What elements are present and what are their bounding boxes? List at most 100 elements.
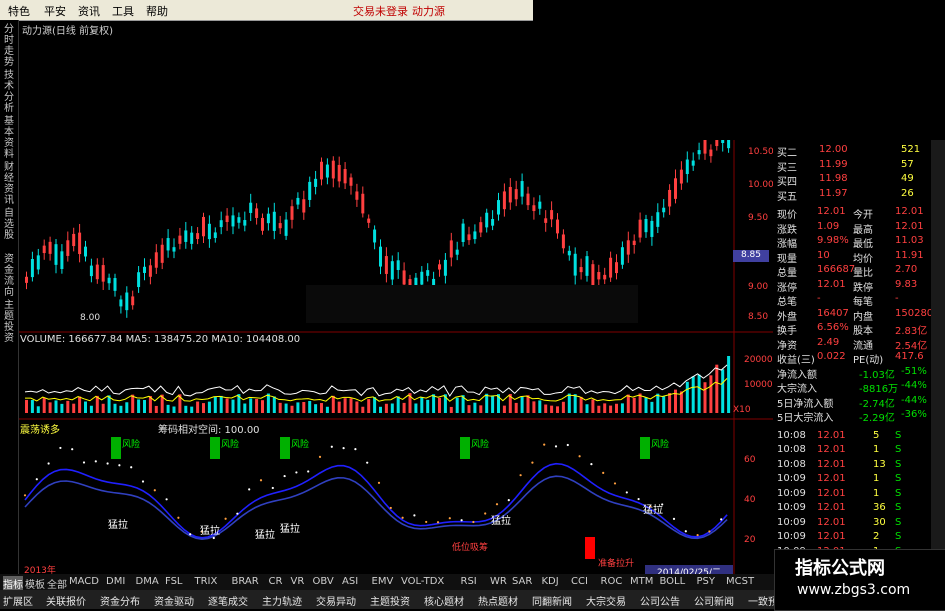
indicator-dot bbox=[484, 512, 487, 515]
right-toolbar[interactable] bbox=[931, 140, 945, 574]
extension-tab[interactable]: 主题投资 bbox=[370, 593, 410, 608]
indicator-tab[interactable]: EMV bbox=[372, 576, 394, 587]
volume-bar bbox=[567, 393, 571, 413]
risk-signal-bar bbox=[640, 437, 650, 459]
menu-item-tools[interactable]: 工具 bbox=[112, 3, 134, 19]
volume-bar bbox=[473, 402, 477, 413]
quote-row: 10:09 12.01 1 S bbox=[773, 473, 931, 487]
indicator-tab[interactable]: CR bbox=[269, 576, 283, 587]
side-tab-theme[interactable]: 主题投资 bbox=[2, 300, 16, 344]
volume-bar bbox=[290, 405, 294, 413]
watermark-url: www.zbgs3.com bbox=[797, 582, 911, 598]
side-tab-technical[interactable]: 技术分析 bbox=[2, 70, 16, 114]
candle-body bbox=[278, 223, 282, 229]
indicator-tab[interactable]: MCST bbox=[726, 576, 754, 587]
quote-row: 大宗流入 -8816万 -44% bbox=[773, 380, 931, 395]
extension-tab[interactable]: 同翻新闻 bbox=[532, 593, 572, 608]
indicator-tab[interactable]: SAR bbox=[512, 576, 532, 587]
flow-label: 大宗流入 bbox=[777, 384, 817, 395]
extension-tab[interactable]: 热点题材 bbox=[478, 593, 518, 608]
quote-row: 买五 11.97 26 bbox=[773, 188, 931, 203]
indicator-tab[interactable]: MTM bbox=[630, 576, 653, 587]
stat-label: 换手 bbox=[777, 326, 797, 337]
indicator-tab[interactable]: CCI bbox=[571, 576, 588, 587]
annotation-label: 猛拉 bbox=[108, 520, 128, 531]
indicator-tab[interactable]: KDJ bbox=[542, 576, 559, 587]
indicator-dot bbox=[519, 474, 522, 477]
extension-tab[interactable]: 逐笔成交 bbox=[208, 593, 248, 608]
indicator-tab[interactable]: BRAR bbox=[232, 576, 259, 587]
indicator-tab[interactable]: ASI bbox=[342, 576, 358, 587]
login-status[interactable]: 交易未登录 bbox=[353, 3, 408, 19]
flow-label: 5日大宗流入 bbox=[777, 413, 834, 424]
indicator-dot bbox=[165, 498, 168, 501]
extension-tab[interactable]: 公司公告 bbox=[640, 593, 680, 608]
indicator-tab[interactable]: TRIX bbox=[195, 576, 218, 587]
candle-body bbox=[72, 233, 76, 247]
stat-value: 166687 bbox=[817, 264, 856, 275]
volume-bar bbox=[125, 402, 129, 413]
indicator-tab[interactable]: OBV bbox=[313, 576, 334, 587]
indicator-dot bbox=[566, 443, 569, 447]
flow-percent: -44% bbox=[901, 394, 927, 406]
volume-bar bbox=[609, 405, 613, 413]
volume-unit: X10 bbox=[733, 405, 751, 415]
side-tab-watchlist[interactable]: 自选股 bbox=[2, 208, 16, 241]
candle-body bbox=[520, 181, 524, 197]
indicator-tab[interactable]: DMA bbox=[136, 576, 159, 587]
extension-tab[interactable]: 资金驱动 bbox=[154, 593, 194, 608]
quote-price: 12.00 bbox=[819, 144, 848, 155]
stat-value: 2.54亿 bbox=[895, 340, 928, 352]
indicator-dot bbox=[82, 461, 86, 464]
menu-item-help[interactable]: 帮助 bbox=[146, 3, 168, 19]
indicator-dot bbox=[448, 517, 451, 520]
indicator-name[interactable]: 震荡诱多 bbox=[20, 421, 60, 436]
flow-label: 净流入额 bbox=[777, 369, 817, 381]
indicator-tab[interactable]: FSL bbox=[165, 576, 183, 587]
menu-item-features[interactable]: 特色 bbox=[8, 3, 30, 19]
candle-body bbox=[166, 238, 170, 251]
volume-bar bbox=[597, 405, 601, 413]
extension-tab[interactable]: 关联报价 bbox=[46, 593, 86, 608]
volume-bar bbox=[591, 399, 595, 413]
side-tab-basic-info[interactable]: 基本资料 bbox=[2, 116, 16, 160]
extension-tab[interactable]: 资金分布 bbox=[100, 593, 140, 608]
candle-body bbox=[585, 256, 589, 276]
indicator-tab[interactable]: MACD bbox=[69, 576, 99, 587]
extension-tab[interactable]: 大宗交易 bbox=[586, 593, 626, 608]
candle-body bbox=[674, 178, 677, 199]
indicator-dot bbox=[271, 486, 274, 490]
indicator-tab[interactable]: RSI bbox=[461, 576, 477, 587]
side-tab-money-flow[interactable]: 资金流向 bbox=[2, 254, 16, 298]
indicator-tab[interactable]: VOL-TDX bbox=[401, 576, 444, 587]
indicator-tab[interactable]: WR bbox=[490, 576, 507, 587]
candle-body bbox=[290, 206, 294, 220]
extension-tab[interactable]: 交易异动 bbox=[316, 593, 356, 608]
indicator-tab[interactable]: DMI bbox=[106, 576, 125, 587]
volume-bar bbox=[48, 402, 52, 413]
extension-tab[interactable]: 核心题材 bbox=[424, 593, 464, 608]
volume-bar bbox=[455, 397, 459, 413]
candle-body bbox=[573, 253, 577, 276]
candle-body bbox=[644, 218, 648, 233]
indicator-tab[interactable]: VR bbox=[291, 576, 305, 587]
candle-body bbox=[443, 259, 447, 276]
indicator-tab[interactable]: BOLL bbox=[660, 576, 686, 587]
menu-item-pingan[interactable]: 平安 bbox=[44, 3, 66, 19]
indicator-tab[interactable]: 全部 bbox=[47, 576, 67, 591]
extension-tab[interactable]: 公司新闻 bbox=[694, 593, 734, 608]
indicator-tab[interactable]: ROC bbox=[601, 576, 623, 587]
side-tab-timeshare[interactable]: 分时走势 bbox=[2, 24, 16, 68]
quote-row: 涨停 12.01 跌停 9.83 bbox=[773, 279, 931, 294]
indicator-dot bbox=[613, 482, 617, 485]
side-tab-finance-news[interactable]: 财经资讯 bbox=[2, 162, 16, 206]
indicator-tab[interactable]: 模板 bbox=[25, 576, 45, 591]
candle-body bbox=[325, 164, 329, 178]
extension-tab[interactable]: 扩展区 bbox=[3, 593, 33, 608]
extension-tab[interactable]: 主力轨迹 bbox=[262, 593, 302, 608]
indicator-dot bbox=[590, 463, 593, 466]
stat-label: 股本 bbox=[853, 326, 873, 337]
indicator-tab[interactable]: 指标 bbox=[3, 576, 23, 591]
indicator-tab[interactable]: PSY bbox=[697, 576, 716, 587]
menu-item-news[interactable]: 资讯 bbox=[78, 3, 100, 19]
